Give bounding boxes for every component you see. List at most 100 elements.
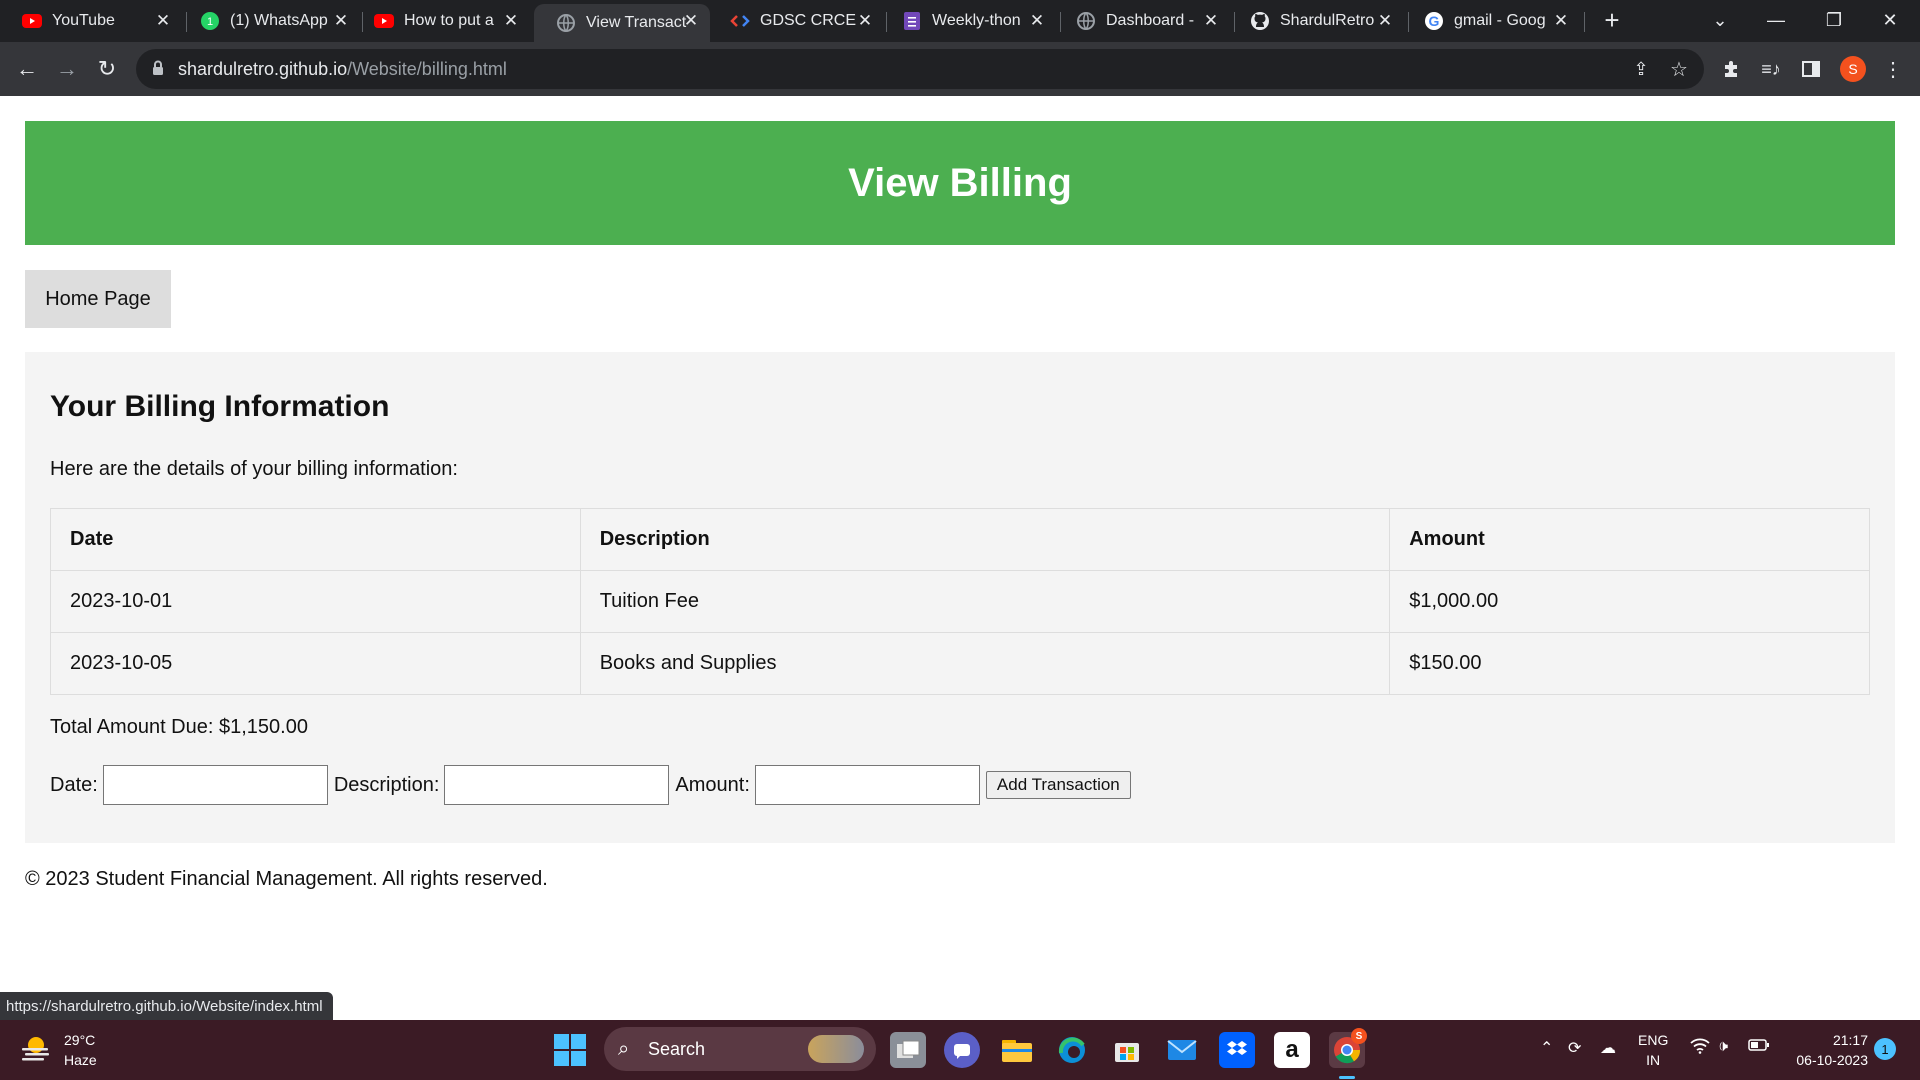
clock-time: 21:17: [1832, 1032, 1868, 1048]
youtube-icon: [374, 11, 394, 31]
reload-icon[interactable]: ↻: [92, 54, 122, 84]
onedrive-cloud-icon[interactable]: ☁: [1600, 1038, 1616, 1058]
table-row: 2023-10-05 Books and Supplies $150.00: [50, 632, 1870, 695]
tab-title: (1) WhatsApp: [230, 12, 328, 29]
youtube-icon: [22, 11, 42, 31]
svg-text:1: 1: [207, 16, 213, 28]
amount-label: Amount:: [675, 773, 750, 796]
minimize-icon[interactable]: —: [1756, 6, 1796, 34]
teams-chat-icon[interactable]: [944, 1032, 980, 1068]
close-tab-icon[interactable]: ✕: [1200, 10, 1222, 32]
amount-input[interactable]: [754, 765, 980, 805]
close-tab-icon[interactable]: ✕: [1026, 10, 1048, 32]
bookmark-star-icon[interactable]: ☆: [1664, 54, 1694, 84]
language-indicator[interactable]: ENG IN: [1638, 1030, 1668, 1070]
close-tab-icon[interactable]: ✕: [152, 10, 174, 32]
tab-title: Weekly-thon: [932, 12, 1021, 29]
battery-icon[interactable]: [1748, 1038, 1770, 1057]
browser-tab[interactable]: 1 (1) WhatsApp ✕: [178, 4, 360, 38]
close-tab-icon[interactable]: ✕: [500, 10, 522, 32]
start-button[interactable]: [554, 1034, 586, 1066]
browser-tab-active[interactable]: View Transact ✕: [534, 4, 710, 42]
amazon-icon[interactable]: a: [1274, 1032, 1310, 1068]
edge-browser-icon[interactable]: [1054, 1032, 1090, 1068]
dropbox-icon[interactable]: [1219, 1032, 1255, 1068]
page-header: View Billing: [25, 121, 1895, 245]
extensions-icon[interactable]: [1716, 54, 1746, 84]
wifi-icon[interactable]: [1690, 1038, 1710, 1059]
browser-tab[interactable]: Dashboard - ✕: [1054, 4, 1230, 38]
lock-icon[interactable]: [152, 60, 164, 81]
description-label: Description:: [333, 773, 440, 796]
tab-search-icon[interactable]: ⌄: [1700, 6, 1740, 34]
task-view-icon[interactable]: [890, 1032, 926, 1068]
date-input[interactable]: [102, 765, 328, 805]
file-explorer-icon[interactable]: [999, 1032, 1035, 1068]
browser-tab[interactable]: How to put a ✕: [352, 4, 530, 38]
close-window-icon[interactable]: ✕: [1870, 6, 1910, 34]
tab-title: Dashboard -: [1106, 12, 1195, 29]
status-bar-url: https://shardulretro.github.io/Website/i…: [0, 992, 333, 1020]
clock-date: 06-10-2023: [1796, 1052, 1868, 1068]
weather-widget[interactable]: 29°C Haze: [20, 1030, 97, 1070]
description-input[interactable]: [444, 765, 670, 805]
profile-avatar[interactable]: S: [1838, 54, 1868, 84]
forward-icon[interactable]: →: [52, 54, 82, 84]
browser-tab[interactable]: G gmail - Goog ✕: [1402, 4, 1580, 38]
globe-icon: [556, 13, 576, 33]
cell-description: Tuition Fee: [579, 570, 1391, 633]
chrome-icon[interactable]: S: [1329, 1028, 1367, 1068]
tab-title: How to put a: [404, 12, 494, 29]
taskbar-search[interactable]: ⌕ Search: [604, 1027, 876, 1071]
sync-icon[interactable]: ⟳: [1568, 1038, 1581, 1058]
menu-kebab-icon[interactable]: ⋮: [1878, 54, 1908, 84]
region-code: IN: [1646, 1052, 1661, 1068]
side-panel-icon[interactable]: [1796, 54, 1826, 84]
chrome-profile-badge: S: [1351, 1028, 1367, 1044]
close-tab-icon[interactable]: ✕: [680, 10, 702, 32]
active-app-indicator: [1339, 1076, 1355, 1079]
browser-tab[interactable]: Weekly-thon ✕: [880, 4, 1056, 38]
tab-title: gmail - Goog: [1454, 12, 1546, 29]
browser-tab[interactable]: ShardulRetro ✕: [1228, 4, 1404, 38]
browser-tab-bar: YouTube ✕ 1 (1) WhatsApp ✕ How to put a …: [0, 0, 1920, 42]
svg-text:G: G: [1429, 13, 1440, 29]
billing-table: Date Description Amount 2023-10-01 Tuiti…: [50, 508, 1870, 695]
browser-tab[interactable]: YouTube ✕: [0, 4, 182, 38]
restore-icon[interactable]: ❐: [1814, 6, 1854, 34]
microsoft-store-icon[interactable]: [1109, 1032, 1145, 1068]
url-host: shardulretro.github.io: [178, 59, 348, 79]
weather-temperature: 29°C: [64, 1032, 96, 1048]
new-tab-button[interactable]: +: [1592, 5, 1632, 35]
tab-divider: [1584, 12, 1585, 32]
browser-toolbar: ← → ↻ shardulretro.github.io/Website/bil…: [0, 42, 1920, 96]
tab-title: ShardulRetro: [1280, 12, 1375, 29]
notification-badge[interactable]: 1: [1874, 1038, 1896, 1060]
profile-initial: S: [1840, 56, 1866, 82]
weather-description: Haze: [64, 1052, 97, 1068]
close-tab-icon[interactable]: ✕: [1374, 10, 1396, 32]
close-tab-icon[interactable]: ✕: [330, 10, 352, 32]
volume-icon[interactable]: 🕩: [1718, 1038, 1728, 1056]
table-header-row: Date Description Amount: [50, 508, 1870, 571]
section-title: Your Billing Information: [50, 390, 390, 423]
tab-title: YouTube: [52, 12, 115, 29]
cell-date: 2023-10-01: [50, 570, 581, 633]
mail-icon[interactable]: [1164, 1032, 1200, 1068]
close-tab-icon[interactable]: ✕: [1550, 10, 1572, 32]
address-bar[interactable]: shardulretro.github.io/Website/billing.h…: [136, 49, 1704, 89]
media-control-icon[interactable]: ≡♪: [1756, 54, 1786, 84]
back-icon[interactable]: ←: [12, 54, 42, 84]
show-hidden-icons-icon[interactable]: ⌃: [1540, 1038, 1553, 1058]
cell-amount: $150.00: [1389, 632, 1870, 695]
share-icon[interactable]: ⇪: [1626, 54, 1656, 84]
add-transaction-form: Date: Description: Amount: Add Transacti…: [50, 762, 1131, 808]
date-label: Date:: [50, 773, 98, 796]
browser-tab[interactable]: GDSC CRCE ✕: [708, 4, 884, 38]
home-page-button[interactable]: Home Page: [25, 270, 171, 328]
clock[interactable]: 21:17 06-10-2023: [1790, 1030, 1868, 1070]
add-transaction-button[interactable]: Add Transaction: [985, 771, 1131, 799]
weather-haze-icon: [20, 1034, 52, 1067]
table-row: 2023-10-01 Tuition Fee $1,000.00: [50, 570, 1870, 633]
close-tab-icon[interactable]: ✕: [854, 10, 876, 32]
